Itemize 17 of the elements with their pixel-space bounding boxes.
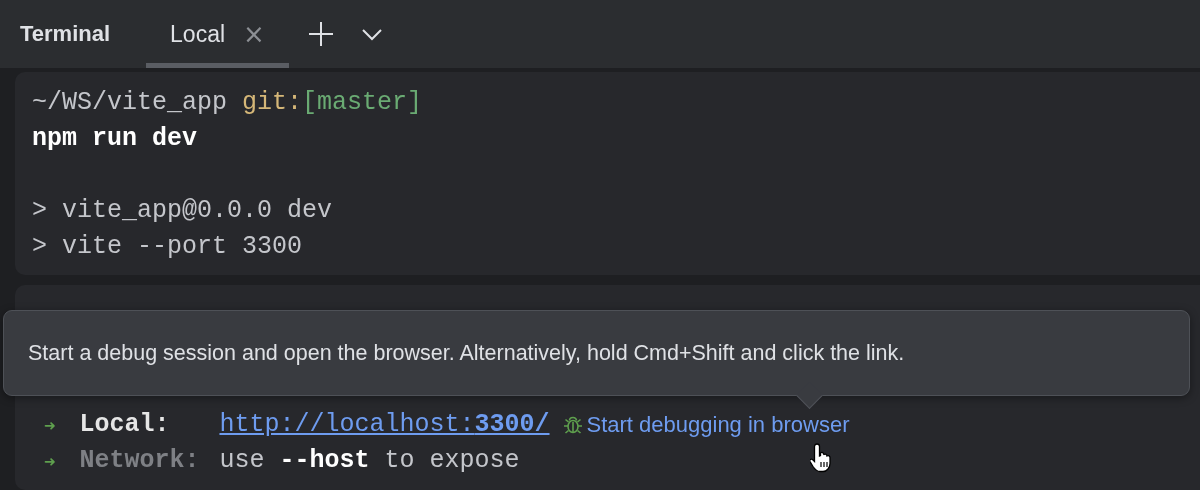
debug-link[interactable]: Start debugging in browser: [561, 407, 850, 443]
arrow-icon: ➜: [44, 407, 56, 443]
chevron-down-icon[interactable]: [360, 27, 383, 41]
server-label: Local:: [79, 409, 171, 441]
output-line: > vite_app@0.0.0 dev: [32, 195, 334, 227]
tooltip-text: Start a debug session and open the browser. Alternatively, hold Cmd+Shift and click the link.: [28, 340, 905, 366]
arrow-icon: ➜: [44, 443, 56, 479]
prompt-line: ~/WS/vite_app git:[master]: [32, 87, 424, 119]
hint-text: use --host to expose: [219, 445, 520, 477]
server-label: Network:: [79, 445, 201, 477]
command-line: npm run dev: [32, 123, 199, 155]
url-link[interactable]: http://localhost:3300/: [219, 407, 550, 443]
output-line: > vite --port 3300: [32, 231, 304, 263]
close-icon[interactable]: ×: [243, 19, 265, 49]
add-icon[interactable]: [306, 20, 335, 48]
panel-title: Terminal: [20, 21, 111, 47]
bug-icon: [561, 414, 584, 436]
